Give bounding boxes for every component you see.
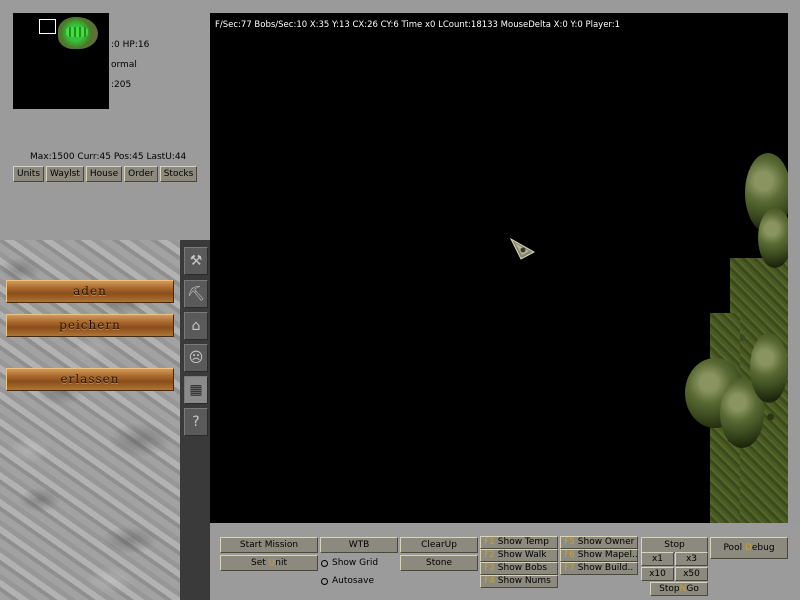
hammer-icon[interactable]: ⚒: [184, 247, 208, 275]
speed-x10-button[interactable]: x10: [641, 567, 674, 581]
show-mapel-button[interactable]: F6 Show Mapel..: [560, 549, 638, 562]
save-button[interactable]: peichern: [6, 314, 174, 337]
unit-mode-stat: ormal: [111, 60, 137, 70]
show-build-button[interactable]: F7 Show Build..: [560, 562, 638, 575]
show-owner-button[interactable]: F5 Show Owner: [560, 536, 638, 549]
show-nums-button[interactable]: F4 Show Nums: [480, 575, 558, 588]
tab-house[interactable]: House: [85, 166, 123, 182]
left-info-panel: :0 HP:16 ormal :205 Max:1500 Curr:45 Pos…: [0, 0, 210, 240]
wtb-button[interactable]: WTB: [320, 537, 398, 553]
stop-n-go-button[interactable]: StopNGo: [650, 582, 708, 596]
face-icon[interactable]: ☹: [184, 344, 208, 372]
autosave-label[interactable]: Autosave: [332, 576, 374, 586]
pool-debug-button[interactable]: Pool Debug: [710, 537, 788, 559]
start-mission-button[interactable]: Start Mission: [220, 537, 318, 553]
pool-info-text: Max:1500 Curr:45 Pos:45 LastU:44: [30, 152, 187, 162]
show-bobs-button[interactable]: F3 Show Bobs: [480, 562, 558, 575]
tab-stocks[interactable]: Stocks: [159, 166, 198, 182]
clearup-button[interactable]: ClearUp: [400, 537, 478, 553]
debug-tab-row: Units Waylst House Order Stocks: [13, 166, 198, 182]
minimap[interactable]: [13, 13, 109, 109]
tab-units[interactable]: Units: [13, 166, 45, 182]
speed-x50-button[interactable]: x50: [675, 567, 708, 581]
tree: [758, 208, 788, 268]
show-walk-button[interactable]: F2 Show Walk: [480, 549, 558, 562]
map-icon[interactable]: ▦: [184, 376, 208, 404]
game-viewport[interactable]: F/Sec:77 Bobs/Sec:10 X:35 Y:13 CX:26 CY:…: [210, 13, 788, 523]
minimap-terrain: [58, 17, 98, 49]
stop-button[interactable]: Stop: [641, 537, 708, 553]
stone-button[interactable]: Stone: [400, 555, 478, 571]
show-grid-label[interactable]: Show Grid: [332, 558, 378, 568]
show-grid-radio[interactable]: [321, 560, 328, 567]
hud-debug-line: F/Sec:77 Bobs/Sec:10 X:35 Y:13 CX:26 CY:…: [215, 20, 621, 30]
mouse-cursor-icon: [509, 237, 535, 260]
question-icon[interactable]: ?: [184, 408, 208, 436]
unit-hp-stat: :0 HP:16: [111, 40, 150, 50]
load-button[interactable]: aden: [6, 280, 174, 303]
speed-x1-button[interactable]: x1: [641, 552, 674, 566]
tab-order[interactable]: Order: [124, 166, 158, 182]
quit-button[interactable]: erlassen: [6, 368, 174, 391]
tree: [750, 333, 788, 403]
unit-count-stat: :205: [111, 80, 132, 90]
show-temp-button[interactable]: F1 Show Temp: [480, 536, 558, 549]
pickaxe-icon[interactable]: ⛏: [184, 280, 208, 308]
set-unit-button[interactable]: Set Unit: [220, 555, 318, 571]
speed-x3-button[interactable]: x3: [675, 552, 708, 566]
minimap-view-rect[interactable]: [39, 19, 56, 34]
autosave-radio[interactable]: [321, 578, 328, 585]
house-icon[interactable]: ⌂: [184, 312, 208, 340]
menu-panel: ⚒ ⛏ ⌂ ☹ ▦ ? aden peichern erlassen: [0, 240, 210, 600]
tab-waylst[interactable]: Waylst: [46, 166, 84, 182]
debug-panel: Start Mission Set Unit WTB Show Grid Aut…: [210, 523, 800, 600]
